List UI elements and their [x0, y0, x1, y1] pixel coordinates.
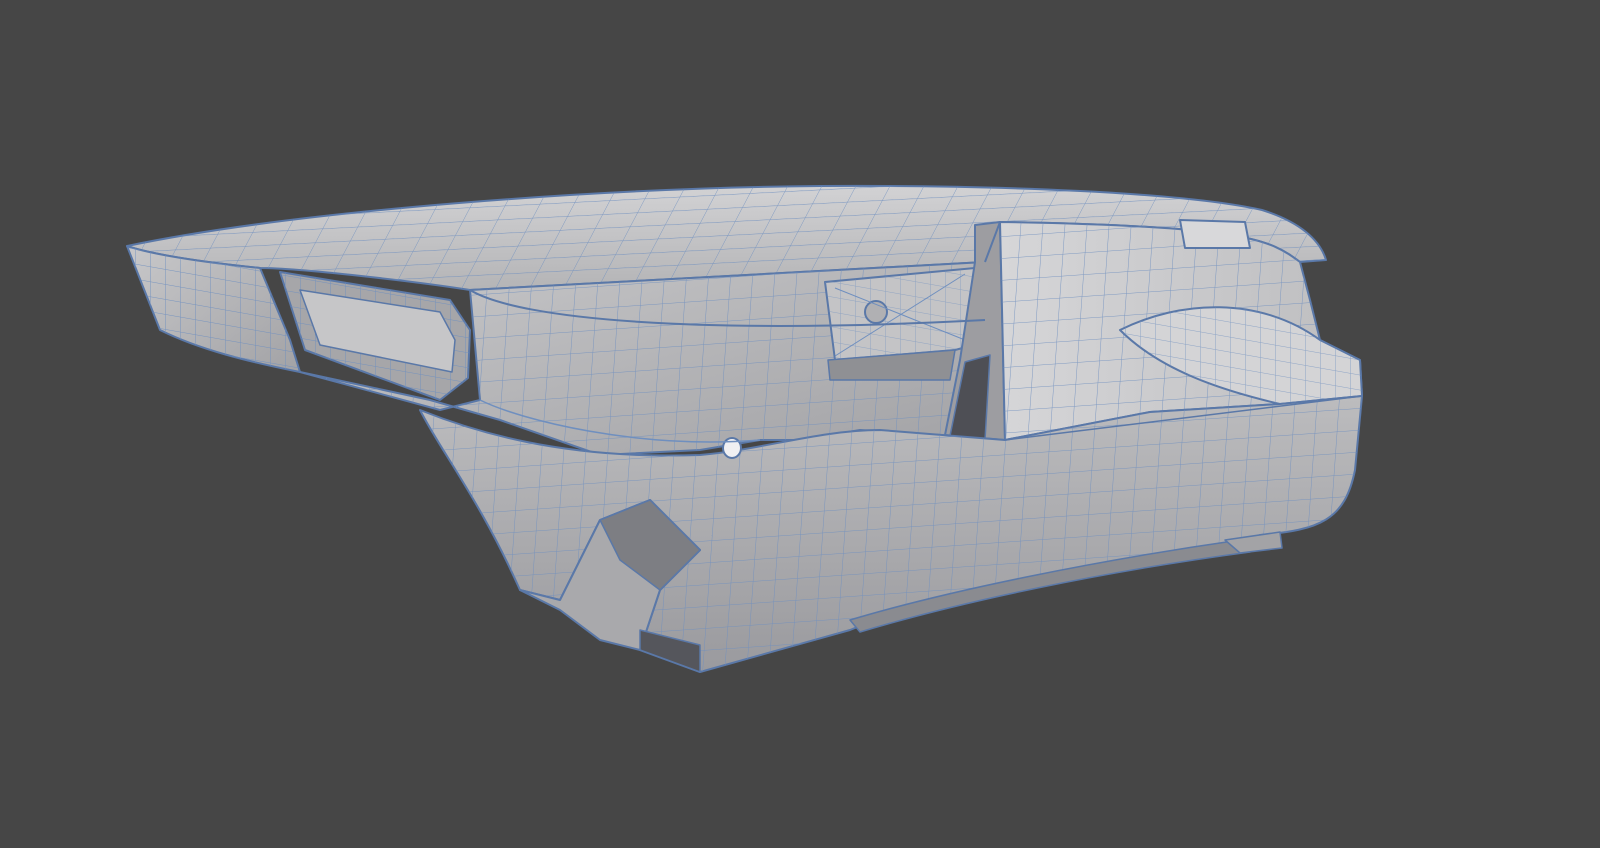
3d-viewport[interactable]	[0, 0, 1600, 848]
viewport-canvas	[0, 0, 1600, 848]
mesh-top-cutout	[1179, 219, 1251, 249]
